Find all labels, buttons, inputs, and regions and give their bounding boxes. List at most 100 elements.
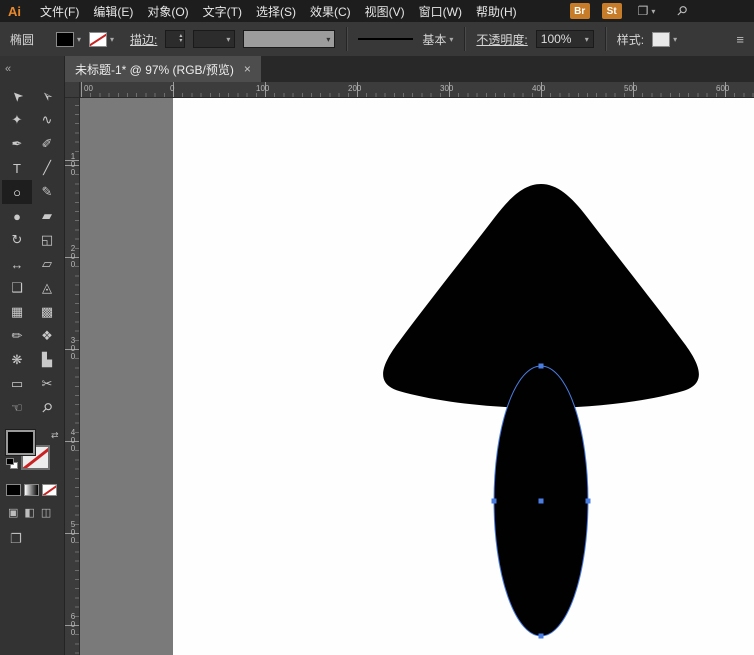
eyedropper-tool[interactable]: ✏ <box>2 324 32 348</box>
menu-file[interactable]: 文件(F) <box>33 3 86 20</box>
document-viewport[interactable] <box>80 98 754 655</box>
eraser-tool[interactable]: ▰ <box>32 204 62 228</box>
selection-center-point[interactable] <box>539 499 544 504</box>
magic-wand-tool[interactable]: ✦ <box>2 108 32 132</box>
stroke-color-control[interactable]: ▾ <box>89 32 114 47</box>
selection-tool[interactable]: ➤ <box>2 84 32 108</box>
bridge-button[interactable]: Br <box>570 3 590 19</box>
brush-stroke-preview <box>358 38 413 40</box>
shape-builder-tool[interactable]: ❑ <box>2 276 32 300</box>
spinner-down-icon[interactable]: ▾ <box>179 39 182 44</box>
toolbar-header: « <box>0 56 65 82</box>
ruler-origin-corner[interactable] <box>65 82 80 98</box>
hand-tool[interactable]: ☜ <box>2 396 32 420</box>
stroke-panel-label[interactable]: 描边: <box>130 31 157 48</box>
ruler-label: 400 <box>532 84 545 93</box>
ellipse-tool[interactable]: ○ <box>2 180 32 204</box>
gradient-button[interactable] <box>24 484 39 496</box>
pencil-tool[interactable]: ✎ <box>32 180 62 204</box>
width-tool[interactable]: ↔ <box>2 252 32 276</box>
draw-behind-icon[interactable]: ◧ <box>24 506 34 519</box>
column-graph-tool[interactable]: ▙ <box>32 348 62 372</box>
toolbar-collapse-icon[interactable]: « <box>5 63 11 75</box>
fill-color-control[interactable]: ▾ <box>56 32 81 47</box>
ruler-label: 100 <box>256 84 269 93</box>
type-tool[interactable]: T <box>2 156 32 180</box>
mesh-tool[interactable]: ▦ <box>2 300 32 324</box>
separator <box>346 27 347 51</box>
tools-panel: ➤ ➣ ✦ ∿ ✒ ✐ T ╱ ○ ✎ ● ▰ ↻ ◱ ↔ ▱ ❑ ◬ ▦ ▩ … <box>0 82 65 655</box>
style-swatch[interactable] <box>652 32 670 47</box>
blob-brush-tool[interactable]: ● <box>2 204 32 228</box>
zoom-tool[interactable]: ⚲ <box>32 396 62 420</box>
fill-swatch[interactable] <box>56 32 74 47</box>
screen-mode-icon[interactable]: ❐ <box>10 531 22 546</box>
selection-handle-bottom[interactable] <box>539 634 544 639</box>
stroke-none-swatch[interactable] <box>89 32 107 47</box>
default-colors-icon[interactable] <box>6 458 17 469</box>
color-button[interactable] <box>6 484 21 496</box>
menu-help[interactable]: 帮助(H) <box>469 3 524 20</box>
brush-caret-icon[interactable]: ▾ <box>449 35 453 44</box>
style-label: 样式: <box>617 31 644 48</box>
stroke-weight-stepper[interactable]: ▴ ▾ <box>165 30 185 48</box>
selection-handle-right[interactable] <box>586 499 591 504</box>
fill-caret-icon[interactable]: ▾ <box>77 35 81 44</box>
swap-colors-icon[interactable]: ⇄ <box>51 430 59 441</box>
artwork-layer <box>80 98 754 655</box>
workspace-caret-icon[interactable]: ▾ <box>651 7 655 16</box>
direct-selection-tool[interactable]: ➣ <box>32 84 62 108</box>
direct-selection-tool-icon: ➣ <box>37 86 56 105</box>
stroke-weight-select[interactable]: ▾ <box>193 30 235 48</box>
brush-definition-control[interactable]: 基本 ▾ <box>358 31 453 48</box>
style-control[interactable]: ▾ <box>652 32 677 47</box>
brush-name[interactable]: 基本 <box>422 31 446 48</box>
menu-window[interactable]: 窗口(W) <box>412 3 469 20</box>
menu-edit[interactable]: 编辑(E) <box>86 3 140 20</box>
slice-tool[interactable]: ✂ <box>32 372 62 396</box>
free-transform-tool[interactable]: ▱ <box>32 252 62 276</box>
symbol-sprayer-tool[interactable]: ❋ <box>2 348 32 372</box>
active-tool-label: 椭圆 <box>10 31 34 48</box>
draw-inside-icon[interactable]: ◫ <box>41 506 51 519</box>
opacity-caret-icon[interactable]: ▾ <box>585 35 589 44</box>
workspace-switcher-icon[interactable]: ❐ <box>638 4 649 18</box>
vertical-ruler[interactable]: 100 200 300 400 500 600 <box>65 98 80 655</box>
perspective-grid-tool[interactable]: ◬ <box>32 276 62 300</box>
menu-select[interactable]: 选择(S) <box>249 3 303 20</box>
stroke-weight-caret-icon[interactable]: ▾ <box>226 35 230 44</box>
opacity-select[interactable]: 100% ▾ <box>536 30 594 48</box>
document-tab-bar: « 未标题-1* @ 97% (RGB/预览) × <box>0 56 754 82</box>
document-tab[interactable]: 未标题-1* @ 97% (RGB/预览) × <box>65 56 261 82</box>
separator <box>464 27 465 51</box>
horizontal-ruler[interactable]: 00 0 100 200 300 400 500 600 <box>65 82 754 98</box>
canvas-region: 00 0 100 200 300 400 500 600 100 200 300… <box>65 82 754 655</box>
selection-handle-top[interactable] <box>539 364 544 369</box>
control-panel-menu-icon[interactable]: ≡ <box>736 32 744 47</box>
paintbrush-tool[interactable]: ✐ <box>32 132 62 156</box>
lasso-tool[interactable]: ∿ <box>32 108 62 132</box>
menu-object[interactable]: 对象(O) <box>140 3 195 20</box>
scale-tool[interactable]: ◱ <box>32 228 62 252</box>
tab-close-icon[interactable]: × <box>244 62 251 76</box>
blend-tool[interactable]: ❖ <box>32 324 62 348</box>
search-icon[interactable]: ⚲ <box>673 2 691 20</box>
opacity-panel-label[interactable]: 不透明度: <box>476 31 527 48</box>
none-button[interactable] <box>42 484 57 496</box>
selection-handle-left[interactable] <box>492 499 497 504</box>
draw-normal-icon[interactable]: ▣ <box>8 506 18 519</box>
pen-tool[interactable]: ✒ <box>2 132 32 156</box>
menu-type[interactable]: 文字(T) <box>196 3 249 20</box>
line-segment-tool[interactable]: ╱ <box>32 156 62 180</box>
menu-effect[interactable]: 效果(C) <box>303 3 358 20</box>
fill-color-swatch[interactable] <box>6 430 35 455</box>
ruler-label: 600 <box>716 84 729 93</box>
gradient-tool[interactable]: ▩ <box>32 300 62 324</box>
style-caret-icon[interactable]: ▾ <box>673 35 677 44</box>
stroke-caret-icon[interactable]: ▾ <box>110 35 114 44</box>
artboard-tool[interactable]: ▭ <box>2 372 32 396</box>
rotate-tool[interactable]: ↻ <box>2 228 32 252</box>
menu-view[interactable]: 视图(V) <box>358 3 412 20</box>
stock-button[interactable]: St <box>602 3 622 19</box>
document-tab-title: 未标题-1* @ 97% (RGB/预览) <box>75 61 234 78</box>
